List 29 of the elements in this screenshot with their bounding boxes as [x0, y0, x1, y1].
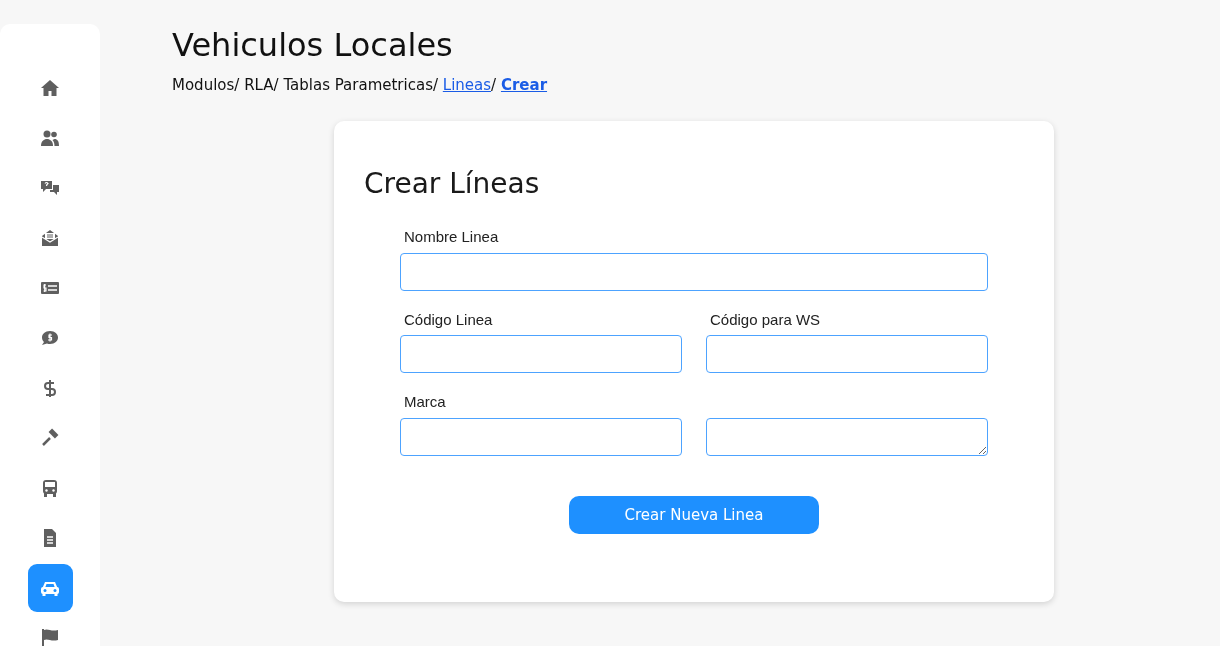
breadcrumb-link[interactable]: Lineas — [442, 76, 492, 95]
breadcrumb-item: Tablas Parametricas — [283, 76, 433, 95]
users-icon — [40, 128, 60, 148]
home-icon — [40, 78, 60, 98]
envelope-icon — [40, 228, 60, 248]
field-label: Código Linea — [404, 310, 494, 330]
field-label: Código para WS — [710, 310, 822, 330]
input-field[interactable] — [400, 418, 682, 456]
breadcrumb-item: Modulos — [172, 76, 235, 95]
breadcrumb-separator: / — [234, 76, 240, 95]
form-title: Crear Líneas — [364, 166, 541, 201]
input-field[interactable] — [400, 335, 682, 374]
breadcrumb-current[interactable]: Crear — [500, 76, 548, 95]
field-label: Nombre Linea — [404, 227, 500, 248]
dollar-bubble-icon — [40, 328, 60, 348]
submit-button[interactable]: Crear Nueva Linea — [569, 496, 819, 534]
flag-icon — [40, 628, 60, 646]
breadcrumb-item: RLA — [244, 76, 274, 95]
field-label: Marca — [404, 392, 447, 413]
breadcrumb-separator: / — [432, 76, 439, 95]
breadcrumb-separator: / — [491, 76, 497, 95]
input-field[interactable] — [400, 253, 988, 291]
sidebar-item[interactable] — [27, 564, 73, 612]
bus-icon — [40, 478, 60, 498]
text-area[interactable] — [706, 418, 988, 456]
breadcrumb-separator: / — [273, 76, 279, 95]
input-field[interactable] — [706, 335, 988, 374]
gavel-icon — [40, 428, 60, 448]
page-title: Vehiculos Locales — [172, 26, 454, 65]
